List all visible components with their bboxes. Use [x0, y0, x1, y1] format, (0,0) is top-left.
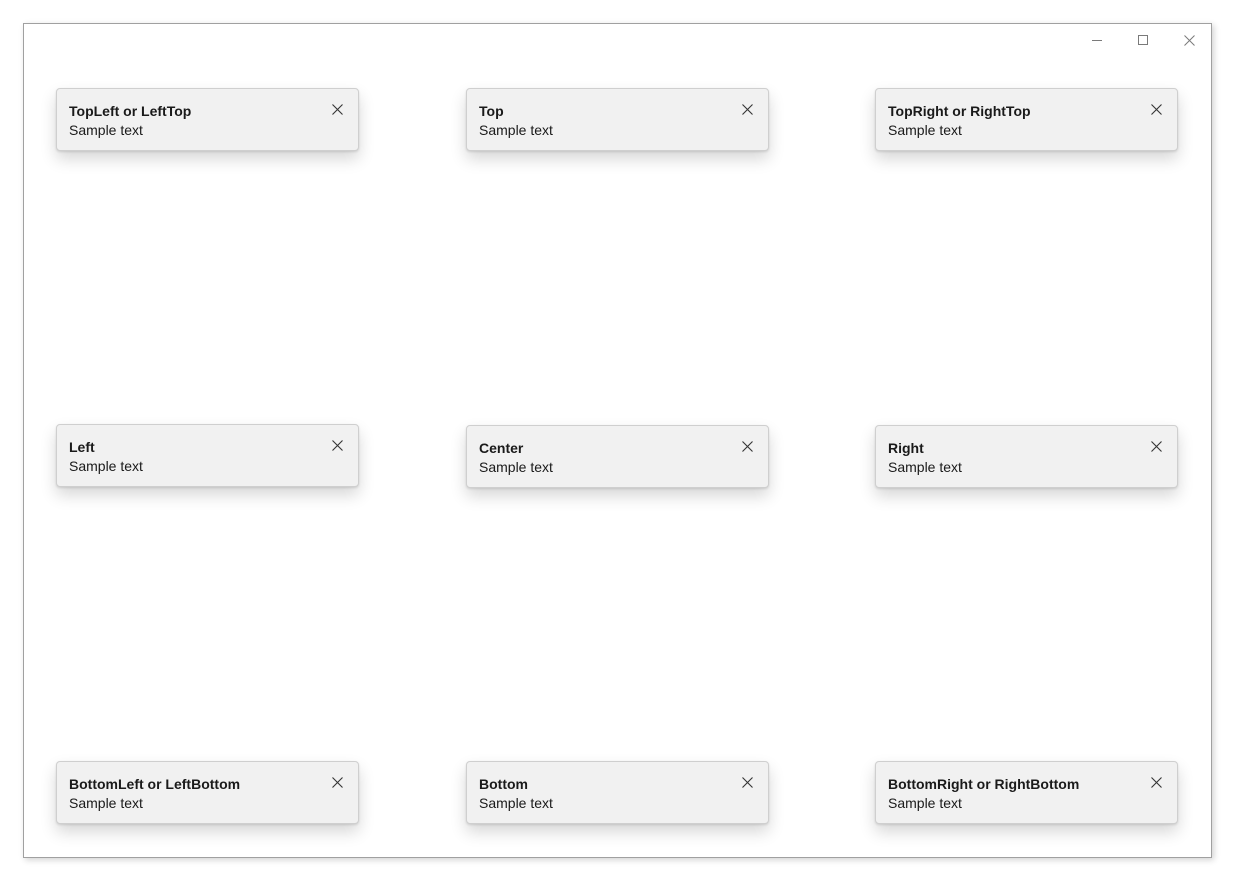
tip-title: Bottom: [479, 776, 528, 792]
maximize-icon: [1138, 35, 1148, 45]
tip-close-button[interactable]: [326, 434, 348, 456]
tip-close-button[interactable]: [1145, 98, 1167, 120]
teaching-tip-bottomright: BottomRight or RightBottom Sample text: [875, 761, 1178, 824]
close-icon: [741, 440, 753, 452]
close-window-button[interactable]: [1166, 24, 1212, 56]
close-icon: [1150, 440, 1162, 452]
tip-title: Left: [69, 439, 95, 455]
teaching-tip-left: Left Sample text: [56, 424, 359, 487]
tip-close-button[interactable]: [326, 771, 348, 793]
tip-subtitle: Sample text: [888, 795, 962, 811]
tip-subtitle: Sample text: [69, 795, 143, 811]
tip-close-button[interactable]: [736, 771, 758, 793]
close-icon: [1183, 34, 1195, 46]
maximize-button[interactable]: [1120, 24, 1166, 56]
tip-close-button[interactable]: [1145, 435, 1167, 457]
teaching-tip-top: Top Sample text: [466, 88, 769, 151]
minimize-icon: [1092, 40, 1102, 41]
teaching-tip-topleft: TopLeft or LeftTop Sample text: [56, 88, 359, 151]
tip-subtitle: Sample text: [479, 795, 553, 811]
tip-subtitle: Sample text: [888, 122, 962, 138]
tip-subtitle: Sample text: [479, 122, 553, 138]
tip-close-button[interactable]: [1145, 771, 1167, 793]
tip-close-button[interactable]: [736, 435, 758, 457]
close-icon: [331, 439, 343, 451]
minimize-button[interactable]: [1074, 24, 1120, 56]
close-icon: [331, 103, 343, 115]
teaching-tip-bottomleft: BottomLeft or LeftBottom Sample text: [56, 761, 359, 824]
tip-close-button[interactable]: [736, 98, 758, 120]
tip-subtitle: Sample text: [69, 122, 143, 138]
tip-title: Right: [888, 440, 924, 456]
tip-title: Center: [479, 440, 524, 456]
close-icon: [1150, 776, 1162, 788]
teaching-tip-center: Center Sample text: [466, 425, 769, 488]
tip-title: TopRight or RightTop: [888, 103, 1031, 119]
tip-close-button[interactable]: [326, 98, 348, 120]
tip-title: TopLeft or LeftTop: [69, 103, 192, 119]
close-icon: [741, 776, 753, 788]
close-icon: [741, 103, 753, 115]
tip-title: Top: [479, 103, 504, 119]
close-icon: [331, 776, 343, 788]
teaching-tip-topright: TopRight or RightTop Sample text: [875, 88, 1178, 151]
tip-subtitle: Sample text: [69, 458, 143, 474]
close-icon: [1150, 103, 1162, 115]
teaching-tip-right: Right Sample text: [875, 425, 1178, 488]
tip-subtitle: Sample text: [479, 459, 553, 475]
tip-subtitle: Sample text: [888, 459, 962, 475]
tip-title: BottomLeft or LeftBottom: [69, 776, 241, 792]
tip-title: BottomRight or RightBottom: [888, 776, 1080, 792]
teaching-tip-bottom: Bottom Sample text: [466, 761, 769, 824]
